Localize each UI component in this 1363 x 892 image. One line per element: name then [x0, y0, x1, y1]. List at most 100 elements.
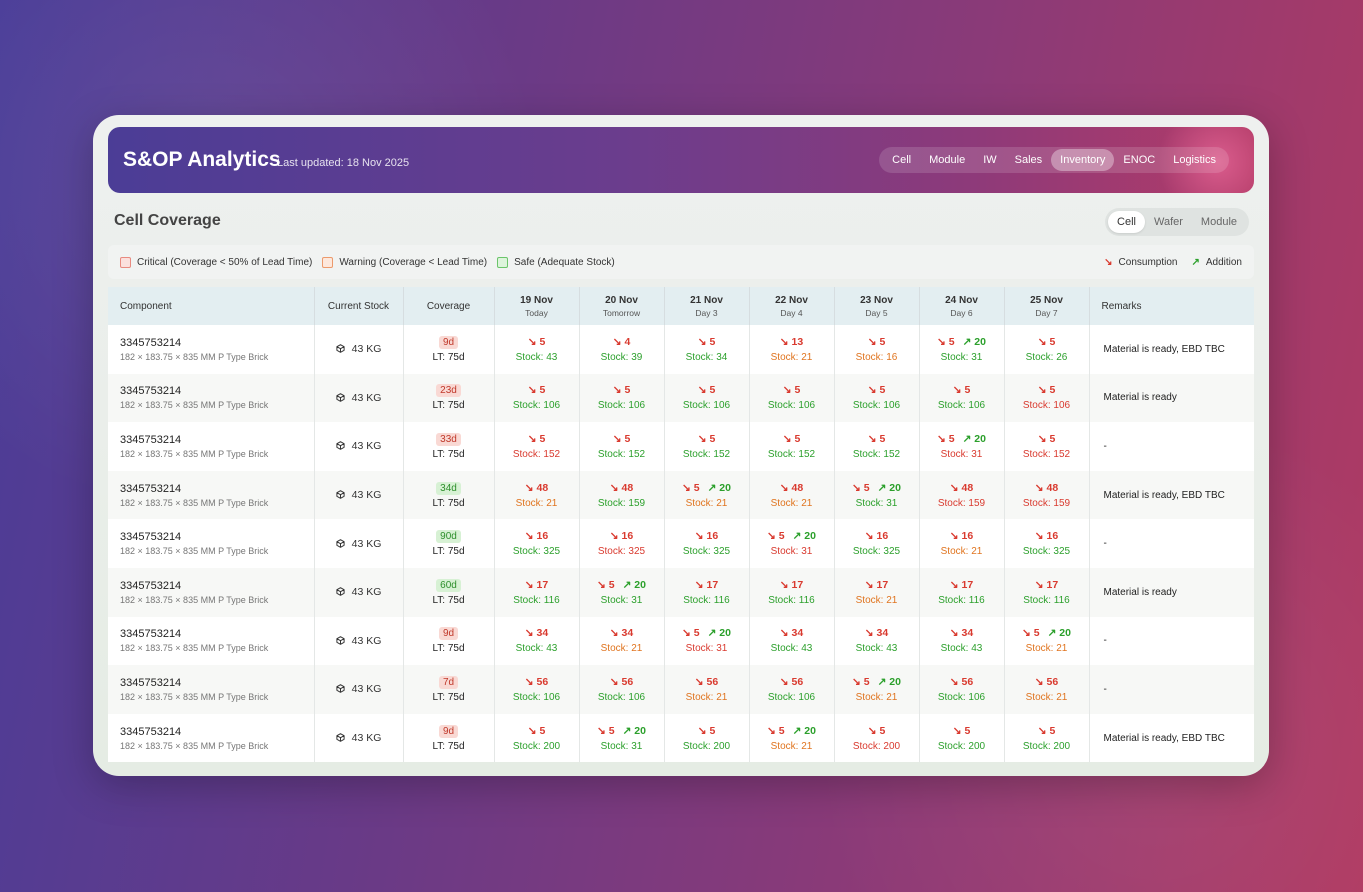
day-cell[interactable]: ↘ 5 ↗ 20 Stock: 31 [919, 325, 1005, 374]
day-cell[interactable]: ↘ 5 Stock: 152 [579, 422, 665, 471]
table-row[interactable]: 3345753214 182 × 183.75 × 835 MM P Type B… [108, 422, 1254, 471]
nav-item-iw[interactable]: IW [974, 149, 1005, 171]
day-cell[interactable]: ↘ 17 Stock: 21 [834, 567, 920, 617]
day-cell[interactable]: ↘ 5 ↗ 20 Stock: 31 [579, 567, 665, 617]
nav-item-cell[interactable]: Cell [883, 149, 920, 171]
nav-item-enoc[interactable]: ENOC [1114, 149, 1164, 171]
consumption-value: ↘ 5 [952, 724, 971, 737]
day-cell[interactable]: ↘ 17 Stock: 116 [494, 567, 580, 617]
nav-item-inventory[interactable]: Inventory [1051, 149, 1115, 171]
day-cell[interactable]: ↘ 34 Stock: 21 [579, 616, 665, 666]
day-cell[interactable]: ↘ 5 Stock: 200 [919, 713, 1005, 763]
projected-stock: Stock: 106 [512, 691, 561, 703]
day-cell[interactable]: ↘ 5 Stock: 106 [1004, 373, 1090, 423]
cube-icon [336, 392, 352, 404]
day-cell[interactable]: ↘ 5 Stock: 34 [664, 325, 750, 374]
day-cell[interactable]: ↘ 5 Stock: 152 [1004, 422, 1090, 471]
table-row[interactable]: 3345753214 182 × 183.75 × 835 MM P Type B… [108, 470, 1254, 520]
day-cell[interactable]: ↘ 16 Stock: 325 [834, 519, 920, 568]
day-cell[interactable]: ↘ 56 Stock: 106 [494, 665, 580, 714]
day-cell[interactable]: ↘ 5 Stock: 106 [834, 373, 920, 423]
day-cell[interactable]: ↘ 5 Stock: 16 [834, 325, 920, 374]
movement: ↘ 48 [580, 482, 664, 494]
component-desc: 182 × 183.75 × 835 MM P Type Brick [120, 448, 269, 459]
day-cell[interactable]: ↘ 5 Stock: 106 [579, 373, 665, 423]
table-row[interactable]: 3345753214 182 × 183.75 × 835 MM P Type B… [108, 665, 1254, 714]
movement: ↘ 34 [495, 627, 579, 639]
day-cell[interactable]: ↘ 56 Stock: 106 [919, 665, 1005, 714]
day-cell[interactable]: ↘ 13 Stock: 21 [749, 325, 835, 374]
movement: ↘ 56 [750, 676, 834, 688]
day-cell[interactable]: ↘ 16 Stock: 325 [494, 519, 580, 568]
day-cell[interactable]: ↘ 5 ↗ 20 Stock: 31 [749, 519, 835, 568]
day-cell[interactable]: ↘ 5 Stock: 152 [494, 422, 580, 471]
day-cell[interactable]: ↘ 5 Stock: 152 [664, 422, 750, 471]
day-cell[interactable]: ↘ 5 ↗ 20 Stock: 31 [834, 470, 920, 520]
day-cell[interactable]: ↘ 5 Stock: 106 [494, 373, 580, 423]
table-row[interactable]: 3345753214 182 × 183.75 × 835 MM P Type B… [108, 713, 1254, 763]
legend-safe-label: Safe (Adequate Stock) [514, 256, 615, 268]
day-cell[interactable]: ↘ 56 Stock: 21 [1004, 665, 1090, 714]
nav-item-logistics[interactable]: Logistics [1164, 149, 1225, 171]
day-cell[interactable]: ↘ 16 Stock: 21 [919, 519, 1005, 568]
day-cell[interactable]: ↘ 5 Stock: 106 [664, 373, 750, 423]
day-cell[interactable]: ↘ 5 Stock: 152 [749, 422, 835, 471]
day-cell[interactable]: ↘ 34 Stock: 43 [494, 616, 580, 666]
movement: ↘ 16 [1005, 530, 1089, 542]
projected-stock: Stock: 31 [685, 643, 728, 655]
day-cell[interactable]: ↘ 17 Stock: 116 [664, 567, 750, 617]
projected-stock: Stock: 200 [682, 740, 731, 752]
day-cell[interactable]: ↘ 17 Stock: 116 [749, 567, 835, 617]
day-cell[interactable]: ↘ 4 Stock: 39 [579, 325, 665, 374]
nav-item-module[interactable]: Module [920, 149, 974, 171]
day-cell[interactable]: ↘ 16 Stock: 325 [1004, 519, 1090, 568]
table-row[interactable]: 3345753214 182 × 183.75 × 835 MM P Type B… [108, 616, 1254, 666]
day-cell[interactable]: ↘ 5 ↗ 20 Stock: 21 [664, 470, 750, 520]
nav-item-sales[interactable]: Sales [1006, 149, 1052, 171]
day-cell[interactable]: ↘ 5 ↗ 20 Stock: 21 [749, 713, 835, 763]
day-cell[interactable]: ↘ 5 ↗ 20 Stock: 31 [919, 422, 1005, 471]
day-cell[interactable]: ↘ 5 ↗ 20 Stock: 31 [579, 713, 665, 763]
segment-wafer[interactable]: Wafer [1145, 211, 1192, 233]
movement: ↘ 56 [920, 676, 1004, 688]
main-nav: Cell Module IW Sales Inventory ENOC Logistics [879, 147, 1229, 173]
table-row[interactable]: 3345753214 182 × 183.75 × 835 MM P Type B… [108, 519, 1254, 568]
day-cell[interactable]: ↘ 34 Stock: 43 [919, 616, 1005, 666]
segment-module[interactable]: Module [1192, 211, 1246, 233]
day-cell[interactable]: ↘ 16 Stock: 325 [664, 519, 750, 568]
lead-time: LT: 75d [432, 546, 465, 558]
day-cell[interactable]: ↘ 56 Stock: 21 [664, 665, 750, 714]
day-cell[interactable]: ↘ 48 Stock: 159 [579, 470, 665, 520]
table-row[interactable]: 3345753214 182 × 183.75 × 835 MM P Type B… [108, 325, 1254, 374]
day-cell[interactable]: ↘ 56 Stock: 106 [579, 665, 665, 714]
day-cell[interactable]: ↘ 48 Stock: 159 [1004, 470, 1090, 520]
addition-value: ↗ 20 [707, 627, 731, 640]
day-cell[interactable]: ↘ 5 Stock: 43 [494, 325, 580, 374]
day-cell[interactable]: ↘ 5 Stock: 200 [834, 713, 920, 763]
day-cell[interactable]: ↘ 5 Stock: 152 [834, 422, 920, 471]
table-row[interactable]: 3345753214 182 × 183.75 × 835 MM P Type B… [108, 373, 1254, 423]
day-date: 19 Nov [520, 294, 553, 306]
table-row[interactable]: 3345753214 182 × 183.75 × 835 MM P Type B… [108, 567, 1254, 617]
day-cell[interactable]: ↘ 5 Stock: 26 [1004, 325, 1090, 374]
day-cell[interactable]: ↘ 5 Stock: 106 [919, 373, 1005, 423]
day-cell[interactable]: ↘ 5 Stock: 200 [1004, 713, 1090, 763]
day-cell[interactable]: ↘ 5 ↗ 20 Stock: 31 [664, 616, 750, 666]
day-cell[interactable]: ↘ 5 ↗ 20 Stock: 21 [1004, 616, 1090, 666]
day-cell[interactable]: ↘ 34 Stock: 43 [834, 616, 920, 666]
day-cell[interactable]: ↘ 5 Stock: 200 [494, 713, 580, 763]
day-cell[interactable]: ↘ 17 Stock: 116 [919, 567, 1005, 617]
day-cell[interactable]: ↘ 16 Stock: 325 [579, 519, 665, 568]
segment-cell[interactable]: Cell [1108, 211, 1145, 233]
day-cell[interactable]: ↘ 34 Stock: 43 [749, 616, 835, 666]
day-cell[interactable]: ↘ 56 Stock: 106 [749, 665, 835, 714]
projected-stock: Stock: 106 [767, 691, 816, 703]
day-cell[interactable]: ↘ 48 Stock: 159 [919, 470, 1005, 520]
day-cell[interactable]: ↘ 5 Stock: 106 [749, 373, 835, 423]
day-cell[interactable]: ↘ 48 Stock: 21 [749, 470, 835, 520]
day-cell[interactable]: ↘ 17 Stock: 116 [1004, 567, 1090, 617]
projected-stock: Stock: 21 [940, 546, 983, 558]
day-cell[interactable]: ↘ 48 Stock: 21 [494, 470, 580, 520]
day-cell[interactable]: ↘ 5 ↗ 20 Stock: 21 [834, 665, 920, 714]
day-cell[interactable]: ↘ 5 Stock: 200 [664, 713, 750, 763]
